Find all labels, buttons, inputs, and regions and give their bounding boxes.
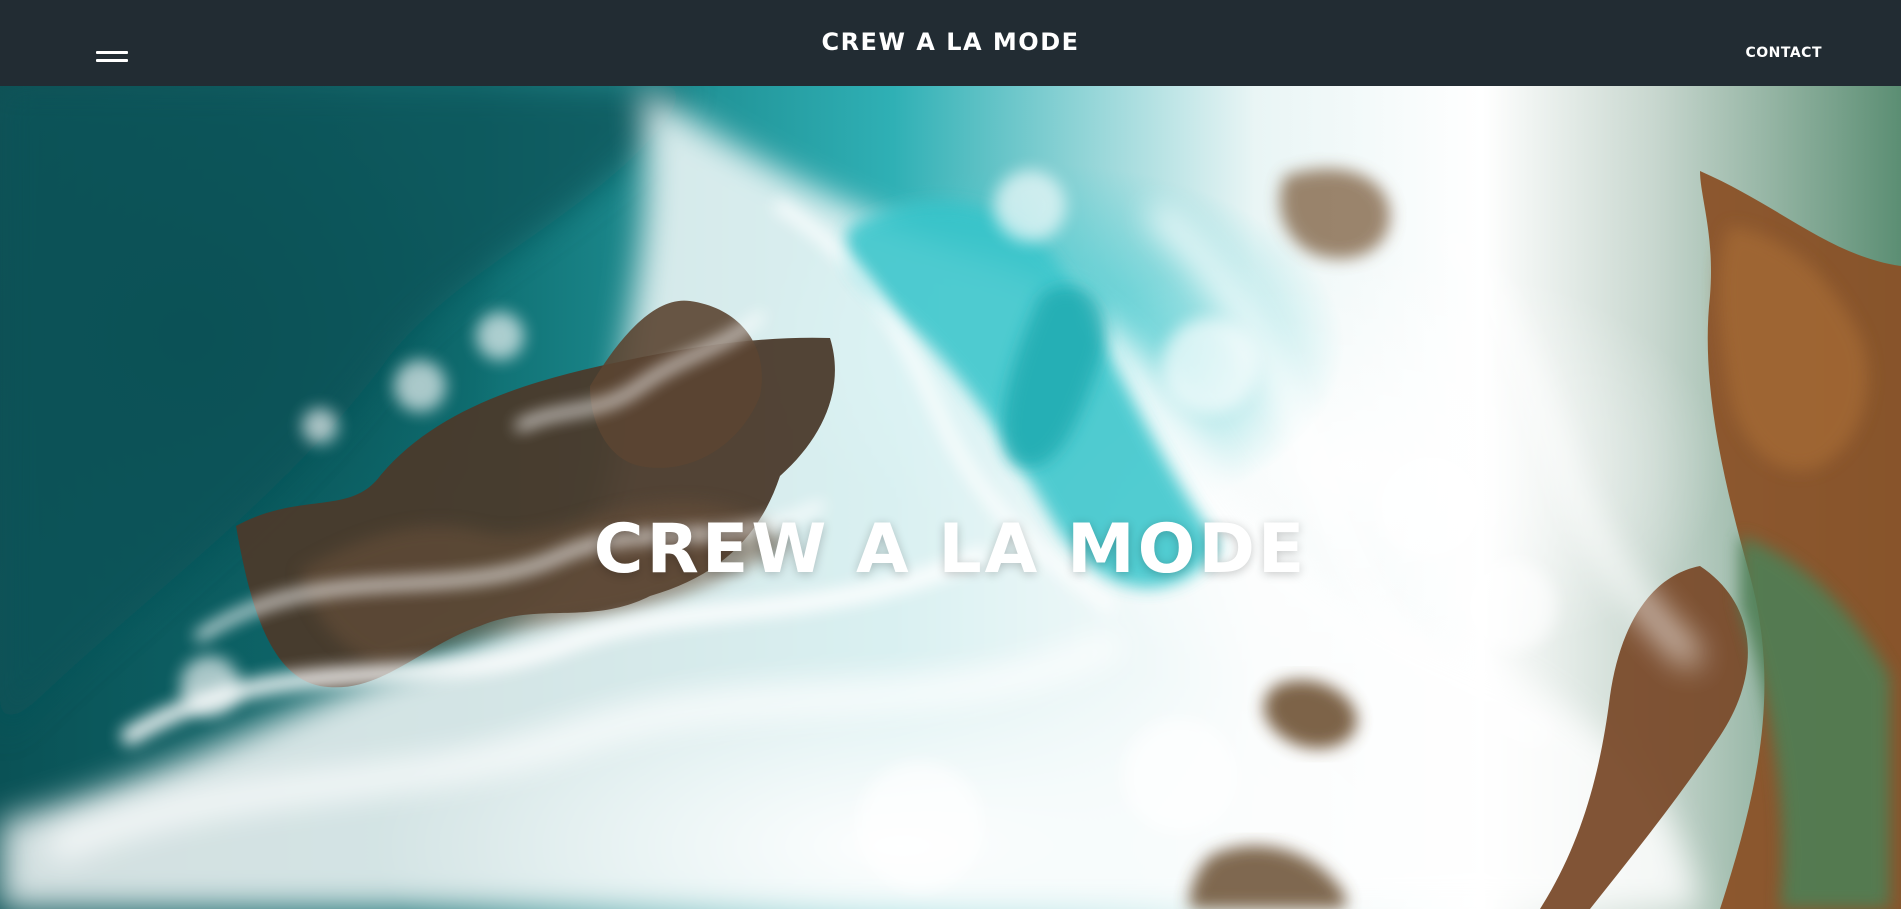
site-logo[interactable]: CREW A LA MODE — [0, 25, 1901, 59]
hero-section: CREW A LA MODE — [0, 86, 1901, 909]
contact-link[interactable]: CONTACT — [1745, 45, 1822, 61]
hero-title: CREW A LA MODE — [593, 509, 1308, 589]
ocean-waves-rocks-image — [0, 86, 1901, 909]
menu-icon-line-bottom — [96, 59, 128, 62]
site-header: CREW A LA MODE CONTACT — [0, 0, 1901, 86]
